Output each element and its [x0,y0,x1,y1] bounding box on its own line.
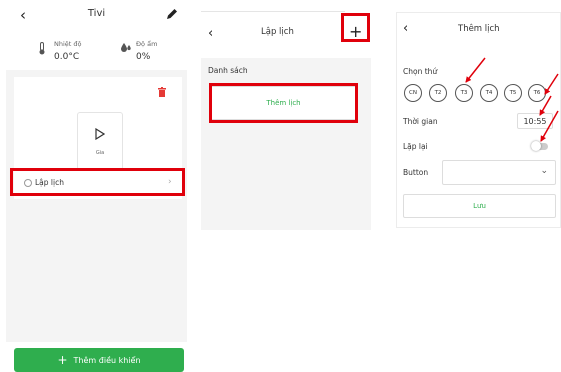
thermometer-icon [39,42,45,55]
list-label: Danh sách [208,66,248,75]
annotation-arrows [465,57,559,142]
add-control-button[interactable]: + Thêm điều khiển [14,348,184,372]
temperature-value: 0.0°C [54,52,80,62]
edit-pencil-icon[interactable] [165,7,179,21]
device-button[interactable] [77,112,123,170]
highlight-box [10,168,185,196]
temperature-label: Nhiệt độ [54,40,82,48]
add-control-label: Thêm điều khiển [73,355,141,365]
humidity-drops-icon [121,43,131,52]
device-button-label: Gia [95,150,105,156]
page-title: Lập lịch [261,27,294,37]
back-button[interactable]: ‹ [208,26,213,41]
plus-icon: + [57,353,68,367]
play-icon [95,128,105,140]
highlight-box [341,13,370,42]
device-screen: ‹ Tivi Nhiệt độ 0.0°C Độ ẩm 0% Gia Lập l… [0,0,193,372]
schedule-list-screen: ‹ Lập lịch + Danh sách Thêm lịch [193,0,380,372]
add-schedule-screen: ‹ Thêm lịch Chọn thứ CN T2 T3 T4 T5 T6 T… [380,0,561,372]
highlight-box [209,83,358,123]
humidity-label: Độ ẩm [136,40,158,48]
humidity-value: 0% [136,52,151,62]
delete-trash-icon[interactable] [158,87,166,97]
divider [201,11,345,12]
